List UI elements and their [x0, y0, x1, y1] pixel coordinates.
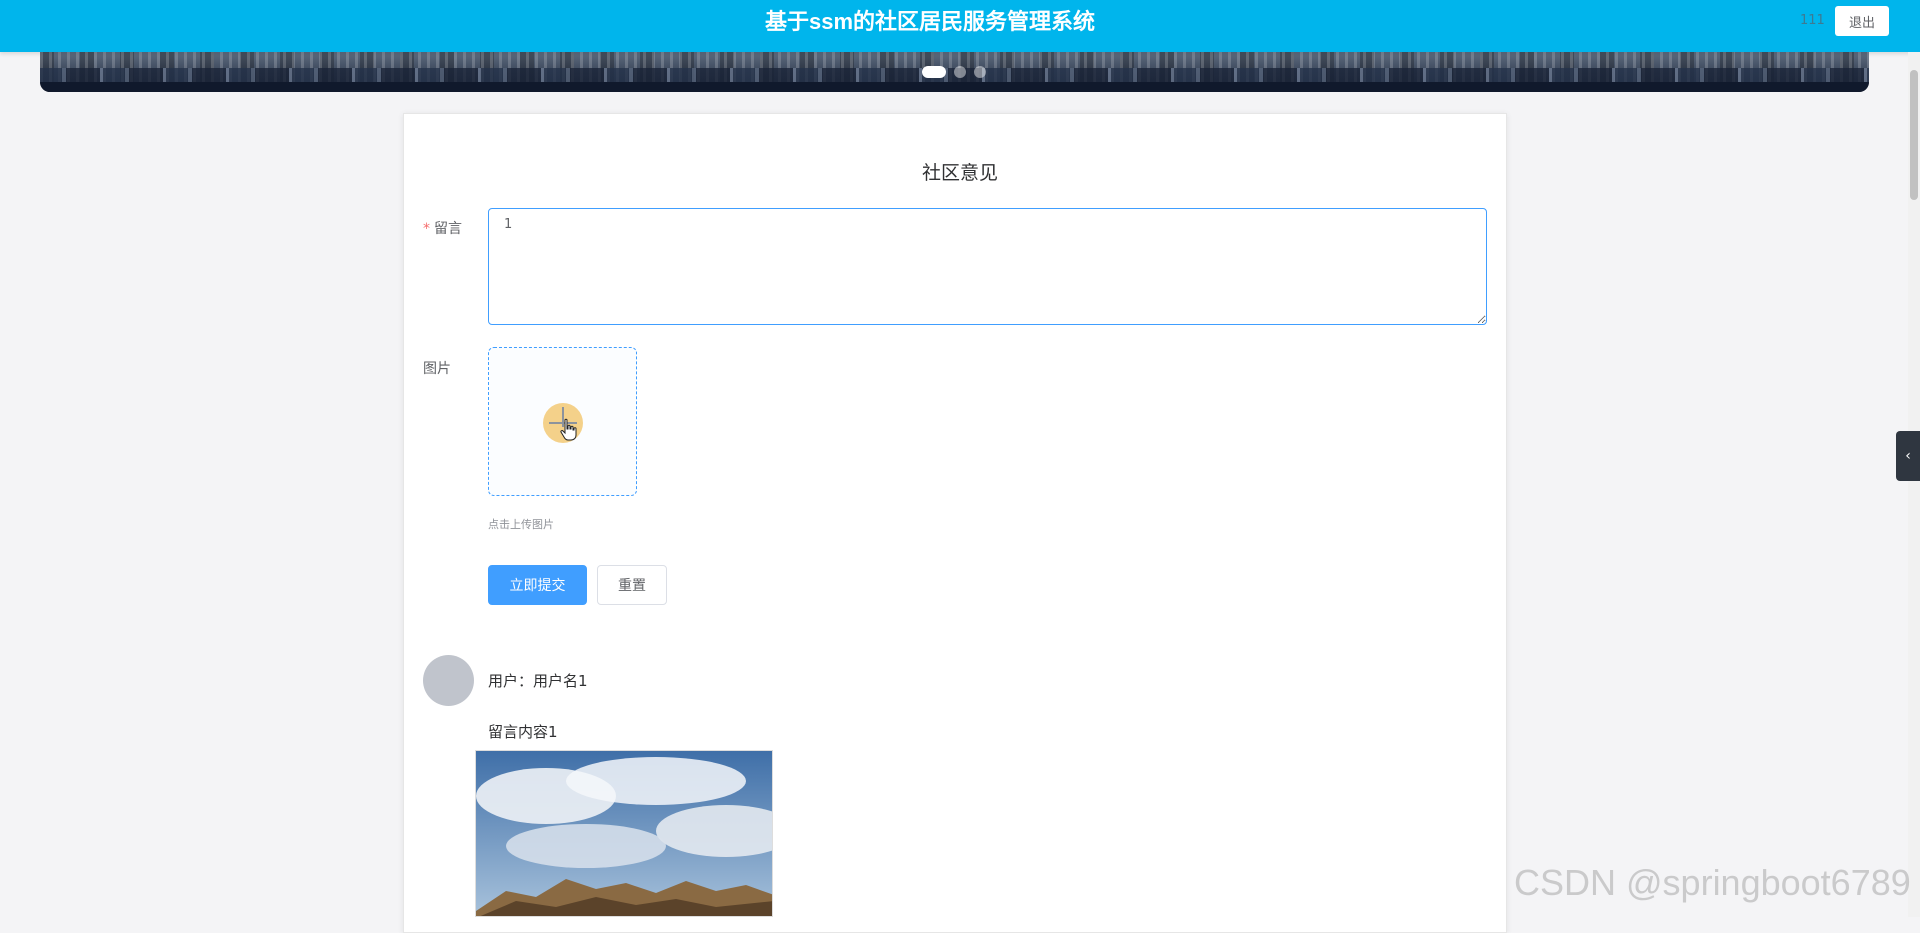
- comment-image[interactable]: [475, 750, 773, 917]
- top-navbar: 基于ssm的社区居民服务管理系统 111 退出: [0, 0, 1920, 52]
- carousel-indicator-2[interactable]: [954, 66, 966, 78]
- message-label: * 留言: [423, 218, 462, 238]
- upload-tip: 点击上传图片: [488, 518, 554, 531]
- reset-button[interactable]: 重置: [597, 565, 667, 605]
- scrollbar-thumb[interactable]: [1910, 70, 1918, 200]
- page-title: 社区意见: [921, 162, 998, 184]
- watermark-text: CSDN @springboot6789: [1514, 862, 1911, 903]
- message-label-text: 留言: [434, 221, 462, 237]
- carousel-indicators: [922, 66, 986, 78]
- hand-cursor-icon: [560, 418, 577, 441]
- carousel-indicator-3[interactable]: [974, 66, 986, 78]
- image-uploader[interactable]: [488, 347, 637, 496]
- logout-button[interactable]: 退出: [1835, 6, 1889, 36]
- required-mark: *: [423, 221, 430, 237]
- chevron-left-icon: ‹: [1905, 448, 1911, 464]
- carousel-indicator-1[interactable]: [922, 66, 946, 78]
- image-label: 图片: [423, 361, 451, 377]
- avatar: [423, 655, 474, 706]
- comment-content: 留言内容1: [488, 723, 558, 741]
- side-panel-toggle[interactable]: ‹: [1896, 431, 1920, 481]
- site-title: 基于ssm的社区居民服务管理系统: [764, 9, 1096, 34]
- landscape-image: [476, 751, 772, 916]
- current-username: 111: [1800, 13, 1825, 28]
- banner-bottom: [40, 82, 1869, 92]
- message-textarea[interactable]: 1: [488, 208, 1487, 325]
- submit-button[interactable]: 立即提交: [488, 565, 587, 605]
- comment-user: 用户：用户名1: [488, 672, 588, 690]
